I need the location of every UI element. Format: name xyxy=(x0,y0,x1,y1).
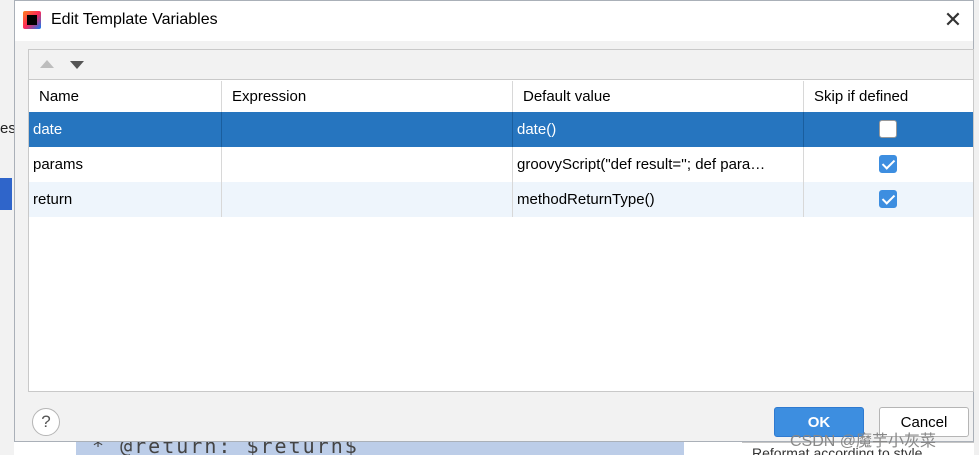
cell-default-value[interactable]: groovyScript("def result=''; def para… xyxy=(513,147,804,182)
column-header-default-value[interactable]: Default value xyxy=(513,81,804,112)
cell-expression[interactable] xyxy=(222,182,513,217)
move-up-button[interactable] xyxy=(38,57,56,73)
cell-skip-if-defined xyxy=(804,112,973,147)
move-down-button[interactable] xyxy=(68,57,86,73)
cell-name[interactable]: params xyxy=(29,147,222,182)
background-code-text: * @return: $return$ xyxy=(92,440,359,455)
help-icon: ? xyxy=(41,412,51,431)
close-button[interactable]: ✕ xyxy=(941,9,965,33)
skip-if-defined-checkbox[interactable] xyxy=(879,190,897,208)
dialog-titlebar: Edit Template Variables ✕ xyxy=(15,1,973,41)
column-header-skip-if-defined[interactable]: Skip if defined xyxy=(804,81,973,112)
close-icon: ✕ xyxy=(943,7,963,32)
cell-default-value[interactable]: methodReturnType() xyxy=(513,182,804,217)
variables-panel: Name Expression Default value Skip if de… xyxy=(28,49,974,392)
background-left-panel: es xyxy=(0,0,16,455)
skip-if-defined-checkbox[interactable] xyxy=(879,120,897,138)
arrow-up-icon xyxy=(40,60,54,68)
dialog-title: Edit Template Variables xyxy=(51,11,218,28)
cell-expression[interactable] xyxy=(222,147,513,182)
skip-if-defined-checkbox[interactable] xyxy=(879,155,897,173)
intellij-app-icon xyxy=(23,11,41,29)
cell-skip-if-defined xyxy=(804,147,973,182)
cell-expression[interactable] xyxy=(222,112,513,147)
column-header-name[interactable]: Name xyxy=(29,81,222,112)
background-left-selection xyxy=(0,178,12,210)
table-row[interactable]: params groovyScript("def result=''; def … xyxy=(29,147,973,182)
cell-name[interactable]: date xyxy=(29,112,222,147)
csdn-watermark: CSDN @魔芋小灰菜 xyxy=(790,433,937,450)
cell-skip-if-defined xyxy=(804,182,973,217)
background-right-panel xyxy=(974,0,979,455)
edit-template-variables-dialog: Edit Template Variables ✕ Name Expressio… xyxy=(14,0,974,442)
column-header-expression[interactable]: Expression xyxy=(222,81,513,112)
background-code-line: * @return: $return$ xyxy=(76,440,684,455)
table-toolbar xyxy=(29,50,973,80)
arrow-down-icon xyxy=(70,61,84,69)
help-button[interactable]: ? xyxy=(32,408,60,436)
table-row[interactable]: date date() xyxy=(29,112,973,147)
cell-name[interactable]: return xyxy=(29,182,222,217)
table-header: Name Expression Default value Skip if de… xyxy=(29,81,973,112)
table-row[interactable]: return methodReturnType() xyxy=(29,182,973,217)
cell-default-value[interactable]: date() xyxy=(513,112,804,147)
